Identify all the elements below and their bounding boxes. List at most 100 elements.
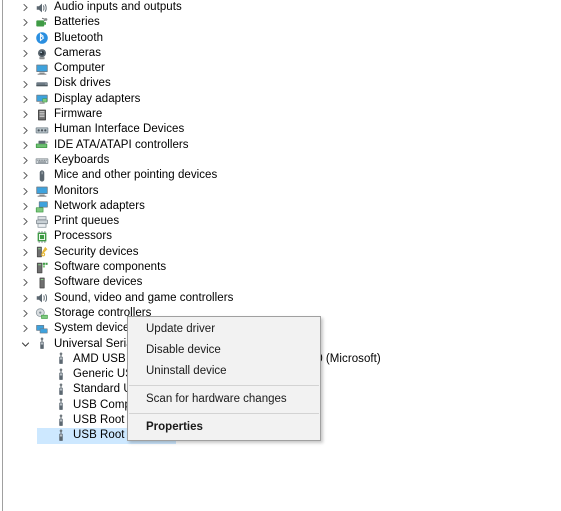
tree-item[interactable]: Batteries: [3, 15, 561, 30]
tree-item[interactable]: Keyboards: [3, 153, 561, 168]
chevron-right-icon[interactable]: [18, 126, 33, 135]
chevron-right-icon[interactable]: [18, 263, 33, 272]
tree-item[interactable]: Bluetooth: [3, 31, 561, 46]
tree-item-label: Human Interface Devices: [54, 123, 185, 136]
tree-item-label: Display adapters: [54, 92, 141, 105]
tree-item-label: Audio inputs and outputs: [54, 1, 182, 13]
tree-item-label: Disk drives: [54, 77, 111, 90]
chevron-right-icon[interactable]: [18, 110, 33, 119]
software-component-icon: [33, 260, 50, 275]
chevron-right-icon[interactable]: [18, 3, 33, 12]
tree-item[interactable]: Monitors: [3, 184, 561, 199]
mouse-icon: [33, 168, 50, 183]
software-device-icon: [33, 275, 50, 290]
usb-icon: [52, 352, 69, 367]
tree-item[interactable]: Print queues: [3, 214, 561, 229]
tree-item[interactable]: Cameras: [3, 46, 561, 61]
tree-item[interactable]: Sound, video and game controllers: [3, 291, 561, 306]
menu-item-disable-device[interactable]: Disable device: [128, 340, 320, 361]
chevron-right-icon[interactable]: [18, 141, 33, 150]
tree-item-label: Software components: [54, 261, 167, 274]
chevron-right-icon[interactable]: [18, 64, 33, 73]
network-adapter-icon: [33, 199, 50, 214]
usb-icon: [52, 398, 69, 413]
sound-controller-icon: [33, 291, 50, 306]
menu-item-uninstall-device[interactable]: Uninstall device: [128, 361, 320, 382]
chevron-right-icon[interactable]: [18, 80, 33, 89]
tree-item-label: Batteries: [54, 16, 100, 29]
usb-icon: [52, 413, 69, 428]
system-device-icon: [33, 321, 50, 336]
chevron-right-icon[interactable]: [18, 18, 33, 27]
bluetooth-icon: [33, 31, 50, 46]
tree-item-label: Network adapters: [54, 199, 145, 212]
menu-separator: [129, 385, 319, 386]
tree-item-label: Software devices: [54, 276, 143, 289]
camera-icon: [33, 46, 50, 61]
monitor-icon: [33, 184, 50, 199]
tree-item-label: Security devices: [54, 245, 139, 258]
tree-item[interactable]: Processors: [3, 229, 561, 244]
chevron-right-icon[interactable]: [18, 309, 33, 318]
speaker-icon: [33, 0, 50, 15]
context-menu[interactable]: Update driver Disable device Uninstall dev…: [127, 316, 321, 441]
chevron-right-icon[interactable]: [18, 294, 33, 303]
tree-item-label: Monitors: [54, 184, 99, 197]
chevron-right-icon[interactable]: [18, 233, 33, 242]
tree-item[interactable]: Human Interface Devices: [3, 122, 561, 137]
display-adapter-icon: [33, 92, 50, 107]
storage-controller-icon: [33, 306, 50, 321]
usb-icon: [52, 428, 69, 443]
battery-icon: [33, 15, 50, 30]
tree-item-label: Mice and other pointing devices: [54, 169, 218, 182]
tree-item[interactable]: Display adapters: [3, 92, 561, 107]
computer-icon: [33, 61, 50, 76]
chevron-right-icon[interactable]: [18, 156, 33, 165]
usb-icon: [33, 337, 50, 352]
chevron-right-icon[interactable]: [18, 202, 33, 211]
chevron-right-icon[interactable]: [18, 95, 33, 104]
usb-icon: [52, 382, 69, 397]
tree-item-label: Sound, video and game controllers: [54, 291, 234, 304]
tree-item-label: Keyboards: [54, 153, 110, 166]
menu-item-properties[interactable]: Properties: [128, 417, 320, 438]
menu-item-update-driver[interactable]: Update driver: [128, 319, 320, 340]
chevron-right-icon[interactable]: [18, 34, 33, 43]
security-device-icon: [33, 245, 50, 260]
tree-item[interactable]: Network adapters: [3, 199, 561, 214]
tree-item[interactable]: Software components: [3, 260, 561, 275]
tree-item-label: Print queues: [54, 215, 120, 228]
chevron-right-icon[interactable]: [18, 171, 33, 180]
tree-item[interactable]: Mice and other pointing devices: [3, 168, 561, 183]
tree-item-label: Computer: [54, 62, 105, 75]
menu-item-scan-for-hardware-changes[interactable]: Scan for hardware changes: [128, 389, 320, 410]
tree-item[interactable]: Disk drives: [3, 76, 561, 91]
tree-item-label: Bluetooth: [54, 31, 104, 44]
tree-item[interactable]: Firmware: [3, 107, 561, 122]
tree-item-label: Firmware: [54, 108, 103, 121]
menu-separator: [129, 413, 319, 414]
processor-icon: [33, 229, 50, 244]
tree-item-label: IDE ATA/ATAPI controllers: [54, 138, 189, 151]
hid-icon: [33, 122, 50, 137]
usb-icon: [52, 367, 69, 382]
tree-item[interactable]: Computer: [3, 61, 561, 76]
chevron-down-icon[interactable]: [18, 340, 33, 349]
chevron-right-icon[interactable]: [18, 248, 33, 257]
chevron-right-icon[interactable]: [18, 278, 33, 287]
firmware-icon: [33, 107, 50, 122]
disk-drive-icon: [33, 76, 50, 91]
tree-item-label: Cameras: [54, 46, 102, 59]
chevron-right-icon[interactable]: [18, 324, 33, 333]
tree-item[interactable]: Software devices: [3, 275, 561, 290]
ide-controller-icon: [33, 138, 50, 153]
chevron-right-icon[interactable]: [18, 187, 33, 196]
keyboard-icon: [33, 153, 50, 168]
tree-item-label: System devices: [54, 322, 136, 335]
tree-item[interactable]: IDE ATA/ATAPI controllers: [3, 138, 561, 153]
tree-item[interactable]: Audio inputs and outputs: [3, 0, 561, 15]
tree-item-label: Processors: [54, 230, 113, 243]
chevron-right-icon[interactable]: [18, 49, 33, 58]
chevron-right-icon[interactable]: [18, 217, 33, 226]
tree-item[interactable]: Security devices: [3, 245, 561, 260]
